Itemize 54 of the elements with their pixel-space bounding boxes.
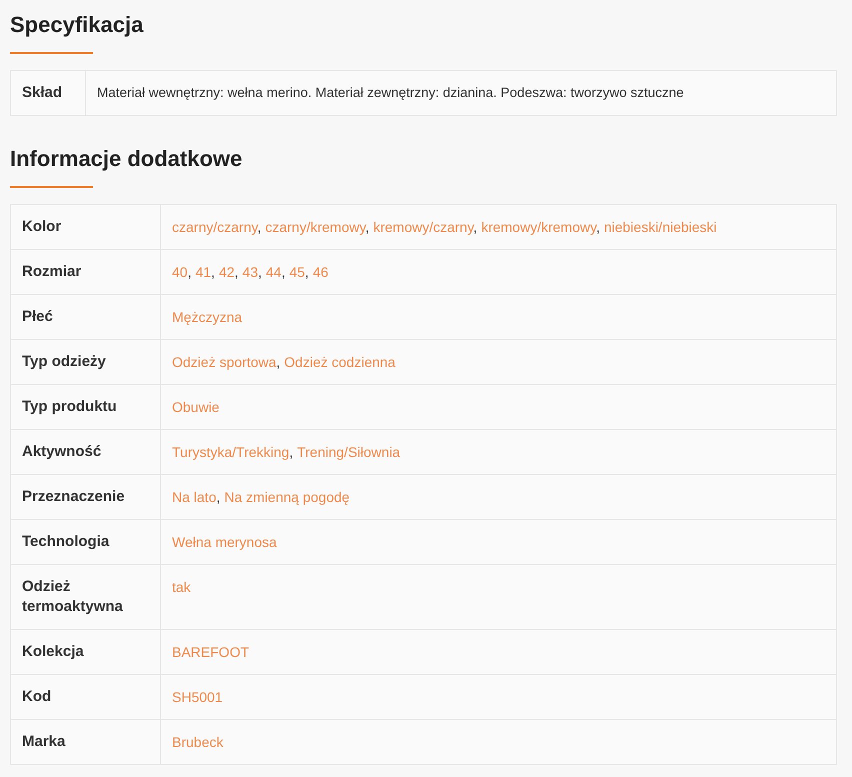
row-label: Kod bbox=[10, 674, 160, 720]
separator: , bbox=[211, 264, 215, 280]
value-link[interactable]: Odzież sportowa bbox=[172, 354, 276, 370]
row-label: Płeć bbox=[10, 294, 160, 340]
value-link[interactable]: kremowy/czarny bbox=[373, 219, 474, 235]
value-link[interactable]: kremowy/kremowy bbox=[481, 219, 596, 235]
row-label: Rozmiar bbox=[10, 250, 160, 294]
row-label: Technologia bbox=[10, 520, 160, 564]
value-link[interactable]: Na zmienną pogodę bbox=[224, 489, 350, 505]
separator: , bbox=[304, 264, 309, 280]
value-link[interactable]: BAREFOOT bbox=[172, 644, 250, 660]
separator: , bbox=[216, 489, 220, 505]
value-link[interactable]: 46 bbox=[312, 264, 328, 280]
value-link[interactable]: 40 bbox=[172, 264, 188, 280]
section-heading: Informacje dodatkowe bbox=[10, 145, 244, 173]
value-link[interactable]: Trening/Siłownia bbox=[297, 444, 400, 460]
separator: , bbox=[234, 264, 238, 280]
row-value: Materiał wewnętrzny: wełna merino. Materiał zewnętrzny: dzianina. Podeszwa: tworzywo sztuczne bbox=[86, 70, 836, 116]
value-link[interactable]: 45 bbox=[289, 264, 305, 280]
value-link[interactable]: czarny/czarny bbox=[172, 219, 258, 235]
row-label: Kolekcja bbox=[10, 630, 160, 674]
separator: , bbox=[257, 219, 262, 235]
separator: , bbox=[473, 219, 478, 235]
row-label: Przeznaczenie bbox=[10, 474, 160, 520]
row-label: Typ produktu bbox=[10, 384, 160, 430]
row-label: Skład bbox=[10, 70, 86, 116]
separator: , bbox=[365, 219, 370, 235]
separator: , bbox=[281, 264, 286, 280]
value-link[interactable]: Obuwie bbox=[172, 399, 220, 415]
value-link[interactable]: Brubeck bbox=[172, 734, 224, 750]
value-link[interactable]: Turystyka/Trekking bbox=[172, 444, 290, 460]
value-link[interactable]: Odzież codzienna bbox=[284, 354, 396, 370]
value-link[interactable]: 42 bbox=[218, 264, 235, 280]
value-link[interactable]: tak bbox=[172, 579, 191, 595]
value-link[interactable]: SH5001 bbox=[172, 689, 223, 705]
separator: , bbox=[258, 264, 262, 280]
value-link[interactable]: 43 bbox=[242, 264, 258, 280]
row-label: Kolor bbox=[10, 204, 160, 250]
row-label: Marka bbox=[10, 720, 160, 764]
value-link[interactable]: 41 bbox=[195, 264, 212, 280]
value-link[interactable]: Mężczyzna bbox=[172, 309, 242, 325]
separator: , bbox=[276, 354, 280, 370]
section-heading: Specyfikacja bbox=[10, 11, 144, 39]
separator: , bbox=[188, 264, 192, 280]
value-link[interactable]: Na lato bbox=[172, 489, 216, 505]
value-link[interactable]: niebieski/niebieski bbox=[604, 219, 717, 235]
row-label: Odzież termoaktywna bbox=[10, 564, 160, 630]
value-link[interactable]: Wełna merynosa bbox=[172, 534, 277, 550]
row-label: Typ odzieży bbox=[10, 340, 160, 384]
separator: , bbox=[596, 219, 600, 235]
row-label: Aktywność bbox=[10, 430, 160, 474]
separator: , bbox=[289, 444, 294, 460]
value-link[interactable]: 44 bbox=[266, 264, 282, 280]
value-link[interactable]: czarny/kremowy bbox=[265, 219, 366, 235]
